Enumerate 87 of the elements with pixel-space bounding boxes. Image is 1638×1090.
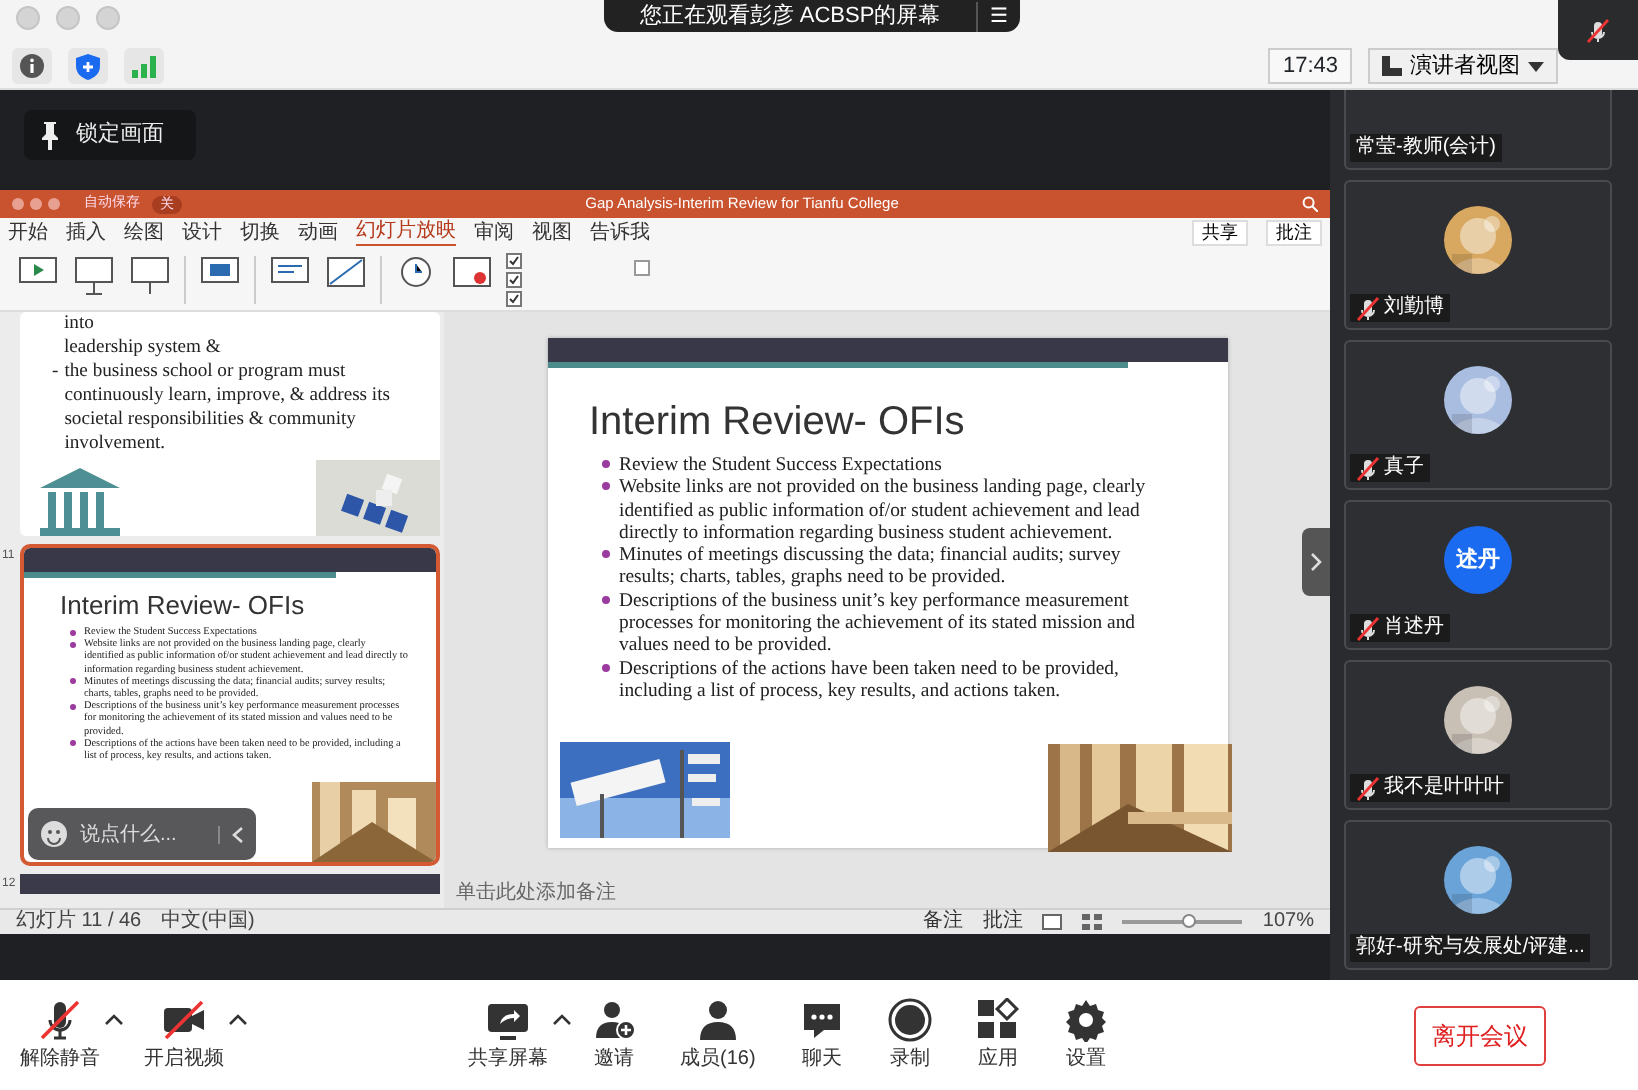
- participant-name: 常莹-教师(会计): [1350, 134, 1502, 162]
- caret-icon[interactable]: [228, 1011, 248, 1027]
- bullet-mark: -: [52, 360, 59, 386]
- comments-button[interactable]: 批注: [1266, 220, 1322, 246]
- search-icon[interactable]: [1302, 196, 1318, 212]
- slide-text: leadership system &: [64, 336, 223, 360]
- chat-button[interactable]: 聊天: [795, 997, 848, 1073]
- chevron-right-icon: [1310, 552, 1322, 572]
- ribbon-tab[interactable]: 视图: [532, 221, 572, 245]
- tell-me-field[interactable]: 告诉我: [590, 221, 650, 245]
- bullet-icon: [601, 482, 609, 491]
- bullet-text: Descriptions of the business unit’s key performance measurement processes for monitoring the achievement of its stated mission and values need to be provided.: [619, 589, 1136, 657]
- slide-counter: 幻灯片 11 / 46: [16, 910, 142, 934]
- ribbon-tab[interactable]: 绘图: [124, 221, 164, 245]
- apps-button[interactable]: 应用: [971, 997, 1024, 1073]
- settings-button[interactable]: 设置: [1059, 997, 1112, 1073]
- ribbon-tab[interactable]: 动画: [298, 221, 338, 245]
- slide-title: Interim Review- OFIs: [58, 588, 307, 620]
- ribbon-tab[interactable]: 开始: [8, 221, 48, 245]
- chat-input-overlay[interactable]: 说点什么...: [28, 808, 256, 860]
- building-icon: [40, 468, 120, 536]
- caret-icon[interactable]: [552, 1011, 572, 1027]
- participant-name: 肖述丹: [1350, 614, 1450, 642]
- slide-text: the business school or program must continuously learn, improve, & address its societal responsibilities & community involvement.: [64, 360, 393, 456]
- layout-icon: [1382, 56, 1402, 76]
- language-label: 中文(中国): [161, 910, 255, 934]
- comments-button[interactable]: 批注: [982, 910, 1023, 934]
- slide-thumbnail[interactable]: into leadership system & - the business school or program must continuously learn, improve, & address its societal responsibilities & community involvement.: [20, 312, 440, 536]
- panel-toggle-button[interactable]: [1302, 528, 1330, 596]
- participant-name: 刘勤博: [1350, 294, 1450, 322]
- slide-text: into: [64, 312, 96, 336]
- participant-name: 我不是叶叶叶: [1350, 774, 1510, 802]
- participant-name: 郭好-研究与发展处/评建...: [1350, 934, 1591, 962]
- ribbon-tool-icon[interactable]: [74, 255, 114, 295]
- caret-icon: [1528, 61, 1544, 71]
- info-icon[interactable]: [12, 48, 52, 84]
- lock-screen-button[interactable]: 锁定画面: [24, 110, 196, 160]
- bullet-text: Website links are not provided on the business landing page, clearly identified as public information of/or student achievement and lead directly to information regarding business student achievement.: [619, 476, 1146, 544]
- bullet-text: Descriptions of the actions have been taken need to be provided, including a list of process, key results, and actions taken.: [619, 657, 1119, 702]
- mic-button[interactable]: 解除静音: [16, 997, 104, 1073]
- chevron-left-icon[interactable]: [232, 825, 244, 843]
- ribbon-tab[interactable]: 切换: [240, 221, 280, 245]
- slide-title: Interim Review- OFIs: [587, 398, 967, 444]
- zoom-percent: 107%: [1262, 910, 1314, 934]
- ribbon-tab[interactable]: 幻灯片放映: [356, 220, 456, 246]
- notes-field[interactable]: 单击此处添加备注: [456, 878, 616, 908]
- leave-meeting-button[interactable]: 离开会议: [1414, 1005, 1546, 1065]
- members-button[interactable]: 成员(16): [676, 997, 760, 1073]
- pin-icon: [40, 121, 60, 149]
- bullet-text: Review the Student Success Expectations: [619, 454, 942, 476]
- menu-button[interactable]: ☰: [976, 1, 1020, 31]
- bullet-icon: [70, 629, 76, 635]
- emoji-icon: [40, 820, 68, 848]
- caret-icon[interactable]: [104, 1011, 124, 1027]
- record-button[interactable]: 录制: [883, 997, 936, 1073]
- ribbon-tab[interactable]: 设计: [182, 221, 222, 245]
- bullet-icon: [70, 740, 76, 747]
- ribbon-tool-icon[interactable]: [130, 255, 170, 295]
- view-dropdown[interactable]: 演讲者视图: [1368, 48, 1558, 84]
- checkbox-icon[interactable]: [634, 260, 650, 276]
- grid-view-icon[interactable]: [1082, 914, 1103, 930]
- meeting-timer: 17:43: [1268, 48, 1352, 84]
- ribbon-tab[interactable]: 审阅: [474, 221, 514, 245]
- muted-mic-icon: [1586, 17, 1610, 43]
- bullet-icon: [70, 641, 76, 648]
- bullet-icon: [70, 678, 76, 685]
- notes-button[interactable]: 备注: [922, 910, 963, 934]
- bullet-text: Minutes of meetings discussing the data; financial audits; survey results; charts, tables, graphs need to be provided.: [619, 544, 1121, 589]
- slider-thumb[interactable]: [1182, 914, 1197, 928]
- bullet-icon: [601, 595, 609, 604]
- share-button[interactable]: 共享: [1192, 220, 1248, 246]
- shield-icon[interactable]: [68, 48, 108, 84]
- normal-view-icon[interactable]: [1042, 914, 1063, 930]
- bullet-icon: [601, 460, 609, 468]
- checkbox-column-icon[interactable]: [506, 251, 522, 307]
- video-button[interactable]: 开启视频: [140, 997, 228, 1073]
- slide-thumbnail[interactable]: [20, 874, 440, 894]
- ribbon-tab[interactable]: 插入: [66, 221, 106, 245]
- bullet-icon: [601, 663, 609, 672]
- bullet-icon: [601, 550, 609, 559]
- invite-button[interactable]: 邀请: [588, 997, 640, 1073]
- banner-label: 您正在观看彭彦 ACBSP的屏幕: [637, 1, 943, 32]
- avatar: 述丹: [1444, 526, 1512, 594]
- slide-thumbnail[interactable]: [24, 548, 436, 862]
- share-button[interactable]: 共享屏幕: [464, 997, 552, 1073]
- bullet-icon: [70, 703, 76, 710]
- participant-name: 真子: [1350, 454, 1430, 482]
